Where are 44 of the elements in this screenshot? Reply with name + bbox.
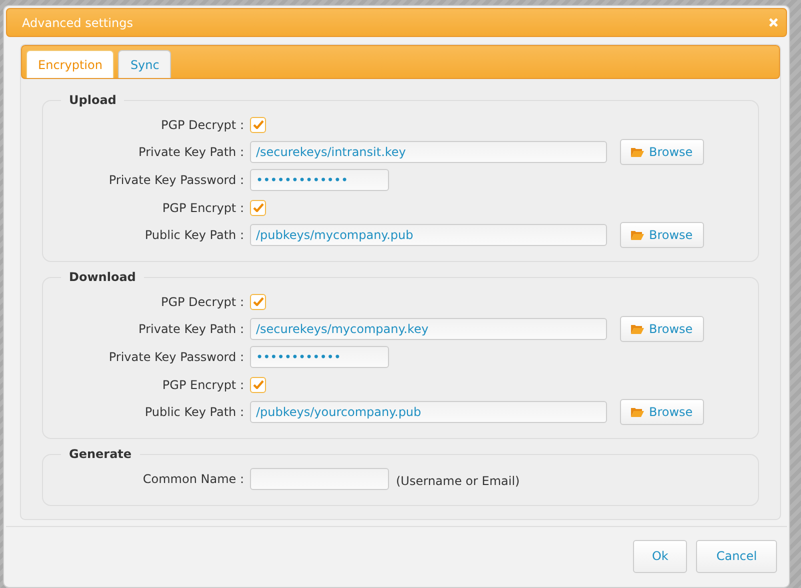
path-field[interactable]: /pubkeys/mycompany.pub [250, 224, 607, 246]
checkbox[interactable] [250, 376, 266, 392]
field-label: Private Key Path : [138, 322, 244, 336]
checkmark-icon [252, 297, 264, 306]
password-field[interactable]: •••••••••••• [250, 346, 389, 368]
path-field[interactable]: /pubkeys/yourcompany.pub [250, 401, 607, 423]
checkmark-icon [252, 380, 264, 389]
field-label: Public Key Path : [144, 228, 244, 242]
tab[interactable]: Sync [118, 50, 172, 78]
browse-button[interactable]: Browse [620, 316, 704, 342]
browse-button[interactable]: Browse [620, 222, 704, 248]
password-field[interactable]: ••••••••••••• [250, 169, 389, 191]
field-label: PGP Encrypt : [161, 378, 244, 392]
group-title: Download [68, 270, 137, 284]
browse-button[interactable]: Browse [620, 399, 704, 425]
group-title: Generate [68, 447, 133, 461]
folder-icon [631, 324, 644, 334]
field-label: Private Key Password : [108, 173, 244, 187]
field-label: PGP Decrypt : [160, 118, 244, 132]
checkmark-icon [252, 120, 264, 129]
window-title: Advanced settings [22, 16, 133, 30]
checkbox[interactable] [250, 294, 266, 310]
folder-icon [631, 147, 644, 157]
text-field[interactable] [250, 468, 389, 490]
dialog-button[interactable]: Cancel [696, 540, 777, 572]
field-hint: (Username or Email) [396, 474, 520, 488]
field-label: Private Key Path : [138, 145, 244, 159]
path-field[interactable]: /securekeys/intransit.key [250, 141, 607, 163]
folder-icon [631, 407, 644, 417]
field-label: Private Key Password : [108, 350, 244, 364]
tab[interactable]: Encryption [26, 50, 114, 78]
dialog-button[interactable]: Ok [632, 540, 688, 572]
group-title: Upload [68, 93, 118, 107]
field-label: PGP Decrypt : [160, 294, 244, 308]
checkbox[interactable] [250, 116, 266, 132]
browse-button[interactable]: Browse [620, 139, 704, 165]
field-label: Common Name : [142, 472, 244, 486]
field-label: PGP Encrypt : [161, 200, 244, 214]
checkmark-icon [252, 203, 264, 212]
folder-icon [631, 230, 644, 240]
path-field[interactable]: /securekeys/mycompany.key [250, 318, 607, 340]
checkbox[interactable] [250, 200, 266, 216]
close-icon[interactable] [769, 18, 778, 27]
field-label: Public Key Path : [144, 405, 244, 419]
